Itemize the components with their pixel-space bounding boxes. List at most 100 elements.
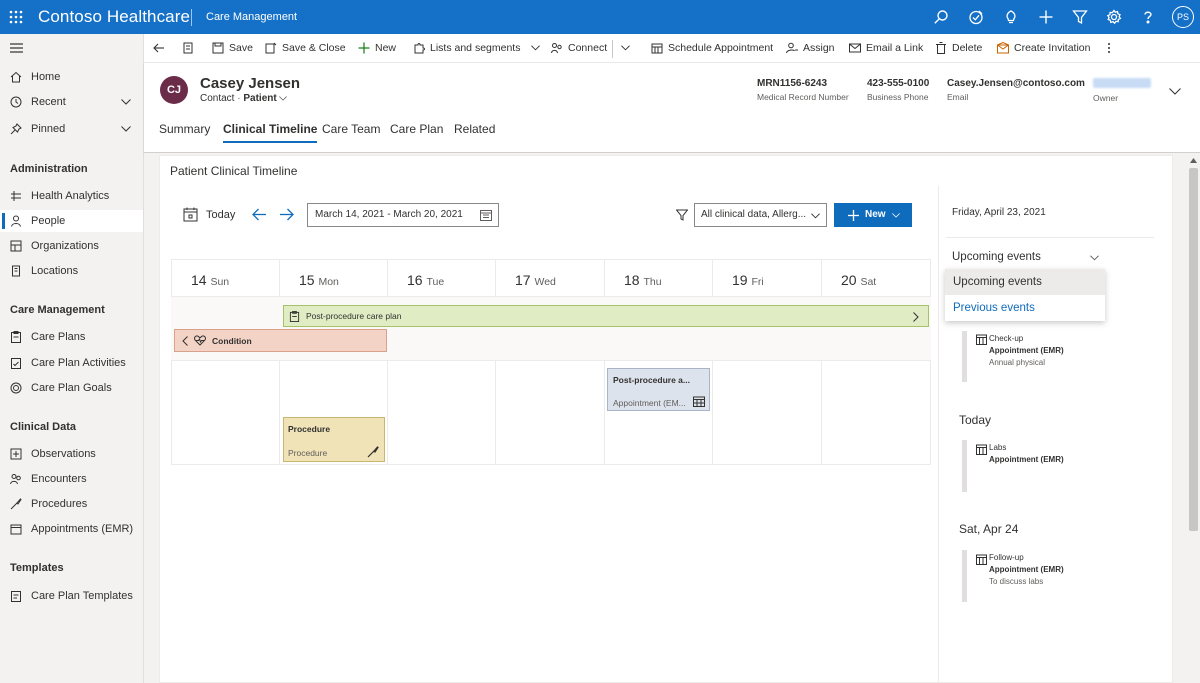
chevron-down-icon[interactable]	[1090, 255, 1099, 261]
form-view-button[interactable]	[182, 42, 194, 54]
tab-care-team[interactable]: Care Team	[322, 122, 380, 136]
app-launcher-icon[interactable]	[8, 9, 24, 25]
previous-week-button[interactable]	[252, 208, 267, 221]
new-button[interactable]: New	[358, 42, 396, 54]
email-link-button[interactable]: Email a Link	[849, 42, 923, 54]
condition-band[interactable]: Condition	[174, 329, 387, 352]
tab-care-plan[interactable]: Care Plan	[390, 122, 443, 136]
care-plan-band[interactable]: Post-procedure care plan	[283, 305, 929, 327]
nav-home[interactable]: Home	[0, 66, 143, 88]
email-value[interactable]: Casey.Jensen@contoso.com	[947, 78, 1085, 89]
day-column	[713, 361, 822, 464]
today-button[interactable]: Today	[183, 207, 235, 222]
nav-pinned[interactable]: Pinned	[0, 118, 143, 140]
nav-health-analytics[interactable]: Health Analytics	[0, 185, 143, 207]
tab-related[interactable]: Related	[454, 122, 495, 136]
nav-item-label: Care Plan Activities	[31, 357, 126, 369]
event-title: Labs	[989, 443, 1007, 452]
calendar-icon	[976, 334, 987, 345]
plus-icon[interactable]	[1038, 9, 1054, 25]
dropdown-option-previous[interactable]: Previous events	[945, 295, 1105, 321]
procedure-card[interactable]: Procedure Procedure	[283, 417, 385, 462]
expand-header-button[interactable]	[1169, 88, 1181, 95]
next-week-button[interactable]	[279, 208, 294, 221]
assign-label: Assign	[803, 42, 835, 54]
event-item[interactable]: Labs Appointment (EMR)	[989, 442, 1064, 466]
nav-organizations[interactable]: Organizations	[0, 235, 143, 257]
owner-value[interactable]	[1093, 78, 1151, 88]
user-avatar[interactable]: PS	[1172, 6, 1194, 28]
day-number: 20	[841, 272, 857, 288]
filter-icon[interactable]	[1072, 9, 1088, 25]
more-connect-button[interactable]	[621, 45, 630, 51]
person-icon	[10, 215, 22, 227]
dropdown-option-upcoming[interactable]: Upcoming events	[945, 269, 1105, 295]
hamburger-icon[interactable]	[10, 43, 23, 53]
event-item[interactable]: Check-up Appointment (EMR) Annual physic…	[989, 333, 1064, 369]
task-icon[interactable]	[968, 9, 984, 25]
nav-appointments[interactable]: Appointments (EMR)	[0, 518, 143, 540]
nav-recent[interactable]: Recent	[0, 91, 143, 113]
app-title[interactable]: Contoso Healthcare	[38, 7, 190, 27]
nav-pinned-label: Pinned	[31, 123, 66, 135]
new-event-button[interactable]: New	[834, 203, 912, 227]
nav-item-label: Procedures	[31, 498, 88, 510]
template-icon	[10, 590, 22, 602]
scrollbar-thumb[interactable]	[1189, 168, 1198, 531]
more-commands-button[interactable]	[1107, 42, 1111, 54]
nav-care-plan-templates[interactable]: Care Plan Templates	[0, 585, 143, 607]
create-invitation-button[interactable]: Create Invitation	[997, 42, 1090, 54]
day-column	[822, 361, 931, 464]
save-button[interactable]: Save	[212, 42, 253, 54]
owner-label: Owner	[1093, 93, 1119, 103]
puzzle-icon	[414, 43, 425, 54]
connect-button[interactable]: Connect	[551, 42, 607, 54]
back-button[interactable]	[153, 42, 165, 54]
tab-clinical-timeline[interactable]: Clinical Timeline	[223, 122, 318, 143]
nav-encounters[interactable]: Encounters	[0, 468, 143, 490]
scroll-up-icon[interactable]	[1190, 158, 1197, 163]
help-icon[interactable]	[1140, 9, 1156, 25]
settings-icon[interactable]	[1106, 9, 1122, 25]
filter-icon[interactable]	[676, 209, 688, 221]
filter-value: All clinical data, Allerg...	[701, 209, 807, 220]
scalpel-icon	[10, 498, 22, 510]
events-selector[interactable]: Upcoming events	[952, 251, 1041, 263]
appointment-card[interactable]: Post-procedure a... Appointment (EM...	[607, 368, 710, 411]
nav-care-plan-goals[interactable]: Care Plan Goals	[0, 377, 143, 399]
assign-button[interactable]: Assign	[786, 42, 835, 54]
nav-procedures[interactable]: Procedures	[0, 493, 143, 515]
save-close-label: Save & Close	[282, 42, 346, 54]
day-number: 14	[191, 272, 207, 288]
lightbulb-icon[interactable]	[1003, 9, 1019, 25]
nav-section-care-management: Care Management	[10, 304, 105, 316]
nav-item-label: Locations	[31, 265, 79, 277]
schedule-appointment-button[interactable]: Schedule Appointment	[651, 42, 773, 54]
lists-segments-button[interactable]: Lists and segments	[413, 42, 541, 54]
calendar-icon	[480, 210, 492, 221]
nav-locations[interactable]: Locations	[0, 260, 143, 282]
delete-button[interactable]: Delete	[935, 42, 982, 54]
nav-observations[interactable]: Observations	[0, 443, 143, 465]
save-close-button[interactable]: Save & Close	[265, 42, 346, 54]
chevron-down-icon	[811, 213, 820, 219]
form-selector[interactable]: Patient	[243, 93, 276, 104]
module-name[interactable]: Care Management	[206, 11, 297, 23]
nav-care-plan-activities[interactable]: Care Plan Activities	[0, 352, 143, 374]
day-name: Sun	[210, 276, 230, 288]
nav-care-plans[interactable]: Care Plans	[0, 326, 143, 348]
plus-icon	[848, 209, 859, 221]
date-range-picker[interactable]: March 14, 2021 - March 20, 2021	[307, 203, 499, 227]
chevron-left-icon	[182, 336, 188, 346]
clinical-data-filter[interactable]: All clinical data, Allerg...	[694, 203, 827, 227]
search-icon[interactable]	[933, 9, 949, 25]
condition-band-label: Condition	[212, 336, 252, 346]
phone-field: 423-555-0100 Business Phone	[867, 78, 929, 102]
event-item[interactable]: Follow-up Appointment (EMR) To discuss l…	[989, 552, 1064, 588]
events-selector-value: Upcoming events	[952, 251, 1041, 263]
day-header: 14 Sun	[171, 259, 280, 297]
event-group-heading: Today	[959, 413, 992, 427]
day-number: 19	[732, 272, 748, 288]
tab-summary[interactable]: Summary	[159, 122, 210, 136]
nav-people[interactable]: People	[0, 210, 143, 232]
